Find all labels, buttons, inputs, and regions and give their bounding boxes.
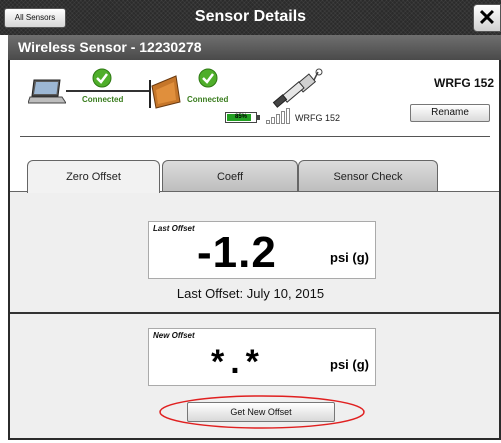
connection-line — [66, 90, 150, 92]
tab-sensor-check[interactable]: Sensor Check — [298, 160, 438, 192]
sensor-header-title: Wireless Sensor - 12230278 — [18, 39, 202, 55]
battery-indicator: 85% — [225, 112, 257, 123]
title-bar: All Sensors Sensor Details ✕ — [0, 0, 501, 35]
tab-coeff[interactable]: Coeff — [162, 160, 298, 192]
signal-strength-icon — [266, 108, 292, 124]
last-offset-unit: psi (g) — [330, 250, 369, 265]
laptop-icon — [28, 79, 66, 104]
check-icon — [198, 68, 218, 88]
divider — [20, 136, 490, 137]
laptop-connection-status: Connected — [82, 95, 124, 104]
new-offset-caption: New Offset — [153, 331, 195, 340]
close-icon: ✕ — [477, 5, 497, 30]
new-offset-unit: psi (g) — [330, 357, 369, 372]
new-offset-display: New Offset *.* psi (g) — [148, 328, 376, 386]
last-offset-display: Last Offset -1.2 psi (g) — [148, 221, 376, 279]
check-icon — [92, 68, 112, 88]
last-offset-caption: Last Offset — [153, 224, 195, 233]
window-title: Sensor Details — [194, 8, 307, 25]
battery-tip — [257, 115, 260, 120]
sensor-connection-status: Connected — [187, 95, 229, 104]
close-button[interactable]: ✕ — [473, 4, 501, 32]
tab-zero-offset[interactable]: Zero Offset — [27, 160, 160, 193]
get-new-offset-button[interactable]: Get New Offset — [187, 402, 335, 422]
last-offset-date: Last Offset: July 10, 2015 — [176, 286, 325, 301]
sensor-header: Wireless Sensor - 12230278 — [8, 35, 501, 60]
last-offset-value: -1.2 — [197, 228, 277, 277]
gateway-icon — [149, 75, 181, 109]
sensor-probe-icon — [272, 68, 323, 108]
sensor-name: WRFG 152 — [434, 76, 495, 90]
signal-sensor-label: WRFG 152 — [295, 113, 341, 123]
rename-button[interactable]: Rename — [410, 104, 490, 122]
new-offset-value: *.* — [211, 343, 265, 381]
battery-level-text: 85% — [234, 114, 247, 120]
